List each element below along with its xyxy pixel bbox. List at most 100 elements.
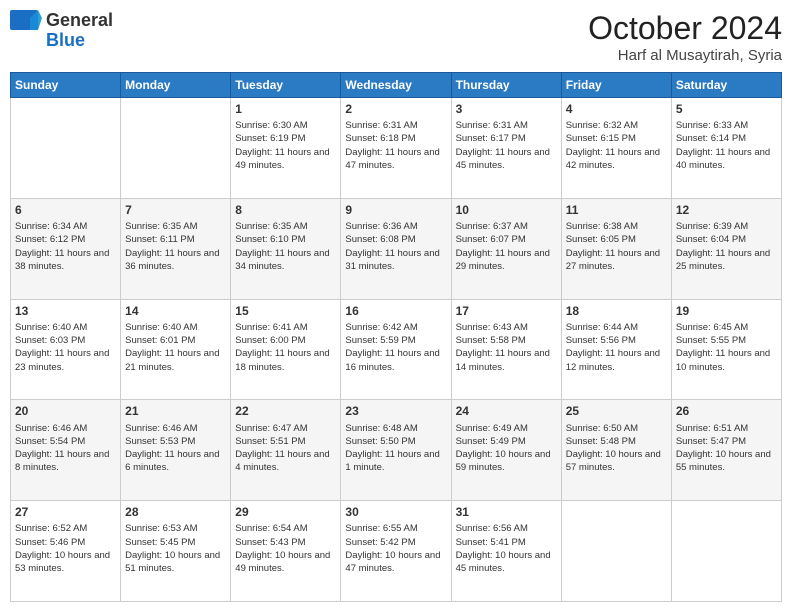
day-number: 30 xyxy=(345,504,446,520)
day-number: 13 xyxy=(15,303,116,319)
table-row: 13Sunrise: 6:40 AM Sunset: 6:03 PM Dayli… xyxy=(11,299,121,400)
logo-general-text: General xyxy=(46,11,113,31)
day-number: 10 xyxy=(456,202,557,218)
day-info: Sunrise: 6:44 AM Sunset: 5:56 PM Dayligh… xyxy=(566,321,667,374)
logo: General Blue xyxy=(10,10,113,51)
day-number: 28 xyxy=(125,504,226,520)
day-info: Sunrise: 6:56 AM Sunset: 5:41 PM Dayligh… xyxy=(456,522,557,575)
day-number: 3 xyxy=(456,101,557,117)
table-row xyxy=(561,501,671,602)
month-title: October 2024 xyxy=(588,10,782,47)
col-friday: Friday xyxy=(561,73,671,98)
col-thursday: Thursday xyxy=(451,73,561,98)
table-row: 20 Sunrise: 6:46 AM Sunset: 5:54 PM Dayli… xyxy=(11,400,121,501)
calendar-header-row: Sunday Monday Tuesday Wednesday Thursday… xyxy=(11,73,782,98)
col-saturday: Saturday xyxy=(671,73,781,98)
table-row: 12 Sunrise: 6:39 AM Sunset: 6:04 PM Dayli… xyxy=(671,198,781,299)
day-number: 12 xyxy=(676,202,777,218)
day-info: Sunrise: 6:52 AM Sunset: 5:46 PM Dayligh… xyxy=(15,522,116,575)
day-number: 22 xyxy=(235,403,336,419)
table-row: 1 Sunrise: 6:30 AM Sunset: 6:19 PM Daylig… xyxy=(231,98,341,199)
logo-icon xyxy=(10,10,42,46)
day-info: Sunrise: 6:31 AM Sunset: 6:17 PM Dayligh… xyxy=(456,119,557,172)
day-info: Sunrise: 6:43 AM Sunset: 5:58 PM Dayligh… xyxy=(456,321,557,374)
table-row xyxy=(121,98,231,199)
day-info: Sunrise: 6:38 AM Sunset: 6:05 PM Dayligh… xyxy=(566,220,667,273)
day-info: Sunrise: 6:50 AM Sunset: 5:48 PM Dayligh… xyxy=(566,422,667,475)
table-row: 30 Sunrise: 6:55 AM Sunset: 5:42 PM Dayli… xyxy=(341,501,451,602)
day-info: Sunrise: 6:33 AM Sunset: 6:14 PM Dayligh… xyxy=(676,119,777,172)
day-number: 9 xyxy=(345,202,446,218)
table-row: 24Sunrise: 6:49 AM Sunset: 5:49 PM Dayli… xyxy=(451,400,561,501)
table-row: 15 Sunrise: 6:41 AM Sunset: 6:00 PM Dayli… xyxy=(231,299,341,400)
calendar-table: Sunday Monday Tuesday Wednesday Thursday… xyxy=(10,72,782,602)
day-info: Sunrise: 6:53 AM Sunset: 5:45 PM Dayligh… xyxy=(125,522,226,575)
day-number: 4 xyxy=(566,101,667,117)
logo-blue-text: Blue xyxy=(46,31,113,51)
day-number: 29 xyxy=(235,504,336,520)
calendar-week-row: 6 Sunrise: 6:34 AM Sunset: 6:12 PM Daylig… xyxy=(11,198,782,299)
day-info: Sunrise: 6:46 AM Sunset: 5:53 PM Dayligh… xyxy=(125,422,226,475)
table-row: 28 Sunrise: 6:53 AM Sunset: 5:45 PM Dayli… xyxy=(121,501,231,602)
day-number: 15 xyxy=(235,303,336,319)
table-row: 8 Sunrise: 6:35 AM Sunset: 6:10 PM Daylig… xyxy=(231,198,341,299)
table-row xyxy=(11,98,121,199)
day-number: 16 xyxy=(345,303,446,319)
day-number: 20 xyxy=(15,403,116,419)
table-row: 5 Sunrise: 6:33 AM Sunset: 6:14 PM Daylig… xyxy=(671,98,781,199)
day-number: 31 xyxy=(456,504,557,520)
table-row: 2 Sunrise: 6:31 AM Sunset: 6:18 PM Daylig… xyxy=(341,98,451,199)
day-number: 19 xyxy=(676,303,777,319)
table-row: 11 Sunrise: 6:38 AM Sunset: 6:05 PM Dayli… xyxy=(561,198,671,299)
col-wednesday: Wednesday xyxy=(341,73,451,98)
day-info: Sunrise: 6:41 AM Sunset: 6:00 PM Dayligh… xyxy=(235,321,336,374)
day-info: Sunrise: 6:35 AM Sunset: 6:11 PM Dayligh… xyxy=(125,220,226,273)
day-info: Sunrise: 6:37 AM Sunset: 6:07 PM Dayligh… xyxy=(456,220,557,273)
day-info: Sunrise: 6:34 AM Sunset: 6:12 PM Dayligh… xyxy=(15,220,116,273)
day-info: Sunrise: 6:47 AM Sunset: 5:51 PM Dayligh… xyxy=(235,422,336,475)
day-info: Sunrise: 6:35 AM Sunset: 6:10 PM Dayligh… xyxy=(235,220,336,273)
day-info: Sunrise: 6:49 AM Sunset: 5:49 PM Dayligh… xyxy=(456,422,557,475)
day-info: Sunrise: 6:30 AM Sunset: 6:19 PM Dayligh… xyxy=(235,119,336,172)
day-info: Sunrise: 6:40 AM Sunset: 6:01 PM Dayligh… xyxy=(125,321,226,374)
table-row: 25 Sunrise: 6:50 AM Sunset: 5:48 PM Dayli… xyxy=(561,400,671,501)
day-number: 8 xyxy=(235,202,336,218)
table-row: 31 Sunrise: 6:56 AM Sunset: 5:41 PM Dayli… xyxy=(451,501,561,602)
day-number: 6 xyxy=(15,202,116,218)
table-row: 3 Sunrise: 6:31 AM Sunset: 6:17 PM Daylig… xyxy=(451,98,561,199)
day-info: Sunrise: 6:36 AM Sunset: 6:08 PM Dayligh… xyxy=(345,220,446,273)
day-number: 18 xyxy=(566,303,667,319)
table-row: 27Sunrise: 6:52 AM Sunset: 5:46 PM Dayli… xyxy=(11,501,121,602)
table-row: 17Sunrise: 6:43 AM Sunset: 5:58 PM Dayli… xyxy=(451,299,561,400)
table-row: 9 Sunrise: 6:36 AM Sunset: 6:08 PM Daylig… xyxy=(341,198,451,299)
table-row: 19 Sunrise: 6:45 AM Sunset: 5:55 PM Dayli… xyxy=(671,299,781,400)
title-area: October 2024 Harf al Musaytirah, Syria xyxy=(588,10,782,64)
day-info: Sunrise: 6:31 AM Sunset: 6:18 PM Dayligh… xyxy=(345,119,446,172)
day-info: Sunrise: 6:45 AM Sunset: 5:55 PM Dayligh… xyxy=(676,321,777,374)
table-row: 29Sunrise: 6:54 AM Sunset: 5:43 PM Dayli… xyxy=(231,501,341,602)
table-row: 16 Sunrise: 6:42 AM Sunset: 5:59 PM Dayli… xyxy=(341,299,451,400)
day-number: 21 xyxy=(125,403,226,419)
page-header: General Blue October 2024 Harf al Musayt… xyxy=(10,10,782,64)
day-info: Sunrise: 6:32 AM Sunset: 6:15 PM Dayligh… xyxy=(566,119,667,172)
table-row: 4 Sunrise: 6:32 AM Sunset: 6:15 PM Daylig… xyxy=(561,98,671,199)
day-number: 23 xyxy=(345,403,446,419)
day-number: 14 xyxy=(125,303,226,319)
day-info: Sunrise: 6:42 AM Sunset: 5:59 PM Dayligh… xyxy=(345,321,446,374)
table-row xyxy=(671,501,781,602)
day-number: 25 xyxy=(566,403,667,419)
calendar-week-row: 20 Sunrise: 6:46 AM Sunset: 5:54 PM Dayli… xyxy=(11,400,782,501)
calendar-week-row: 1 Sunrise: 6:30 AM Sunset: 6:19 PM Daylig… xyxy=(11,98,782,199)
day-number: 11 xyxy=(566,202,667,218)
table-row: 26Sunrise: 6:51 AM Sunset: 5:47 PM Dayli… xyxy=(671,400,781,501)
day-info: Sunrise: 6:46 AM Sunset: 5:54 PM Dayligh… xyxy=(15,422,116,475)
day-number: 1 xyxy=(235,101,336,117)
day-number: 5 xyxy=(676,101,777,117)
day-info: Sunrise: 6:55 AM Sunset: 5:42 PM Dayligh… xyxy=(345,522,446,575)
table-row: 22 Sunrise: 6:47 AM Sunset: 5:51 PM Dayli… xyxy=(231,400,341,501)
calendar-week-row: 27Sunrise: 6:52 AM Sunset: 5:46 PM Dayli… xyxy=(11,501,782,602)
table-row: 7 Sunrise: 6:35 AM Sunset: 6:11 PM Daylig… xyxy=(121,198,231,299)
day-info: Sunrise: 6:39 AM Sunset: 6:04 PM Dayligh… xyxy=(676,220,777,273)
day-number: 2 xyxy=(345,101,446,117)
day-number: 7 xyxy=(125,202,226,218)
